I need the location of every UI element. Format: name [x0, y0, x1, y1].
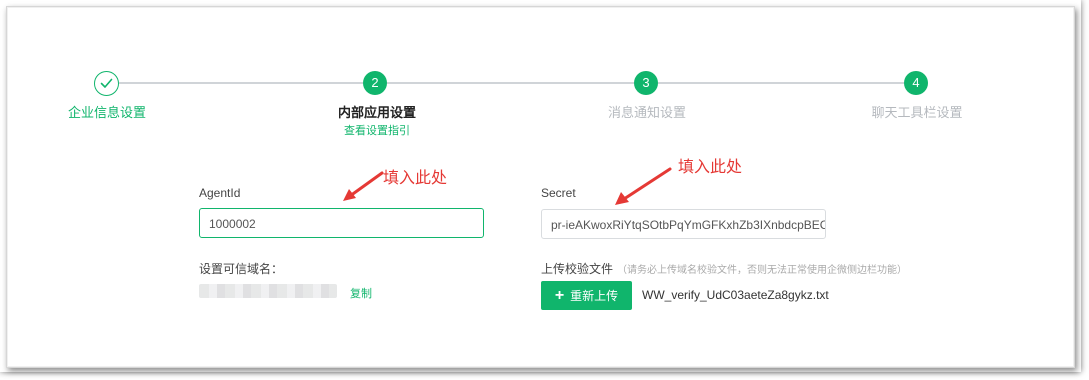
plus-icon: +	[554, 286, 565, 304]
annotation-left: 填入此处	[383, 170, 448, 187]
step-2-label[interactable]: 内部应用设置	[338, 102, 416, 121]
step-2-circle[interactable]: 2	[363, 71, 387, 95]
annotation-arrow-left-icon	[343, 171, 384, 201]
secret-input[interactable]: pr-ieAKwoxRiYtqSOtbPqYmGFKxhZb3IXnbdcpBE…	[541, 209, 826, 239]
uploaded-filename: WW_verify_UdC03aeteZa8gykz.txt	[642, 288, 829, 302]
agentid-input[interactable]: 1000002	[199, 208, 484, 238]
check-icon	[100, 78, 113, 88]
step-connector	[119, 82, 363, 84]
upload-file-hint: （请务必上传域名校验文件，否则无法正常使用企微侧边栏功能）	[617, 265, 908, 276]
upload-file-title: 上传校验文件	[541, 262, 614, 276]
setup-guide-link[interactable]: 查看设置指引	[344, 122, 410, 138]
trusted-domain-value-redacted	[199, 284, 337, 298]
step-connector	[387, 82, 634, 84]
agentid-label: AgentId	[199, 186, 241, 200]
upload-file-label: 上传校验文件 （请务必上传域名校验文件，否则无法正常使用企微侧边栏功能）	[541, 260, 907, 277]
reupload-button[interactable]: + 重新上传	[541, 281, 632, 310]
trusted-domain-label: 设置可信域名：	[199, 262, 284, 276]
step-1-label[interactable]: 企业信息设置	[68, 102, 146, 121]
step-3-label[interactable]: 消息通知设置	[608, 102, 686, 121]
annotation-arrow-right-icon	[615, 167, 672, 205]
step-connector	[658, 82, 904, 84]
copy-link[interactable]: 复制	[350, 285, 372, 301]
step-4-circle[interactable]: 4	[904, 71, 928, 95]
reupload-button-label: 重新上传	[570, 289, 619, 303]
step-1-complete-icon[interactable]	[94, 71, 119, 96]
step-3-circle[interactable]: 3	[634, 71, 658, 95]
annotation-right: 填入此处	[678, 159, 743, 176]
secret-label: Secret	[541, 186, 576, 200]
step-4-label[interactable]: 聊天工具栏设置	[871, 102, 962, 121]
